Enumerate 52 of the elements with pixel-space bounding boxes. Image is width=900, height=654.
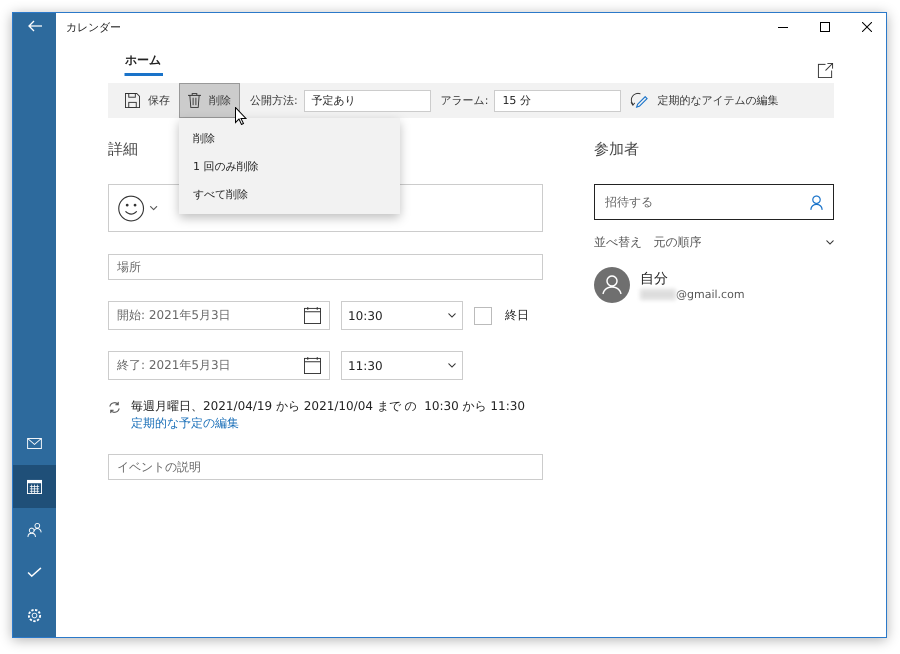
mouse-cursor-icon <box>235 107 247 125</box>
menu-item[interactable]: 削除 <box>179 124 400 152</box>
all-day-label: 終日 <box>505 307 529 324</box>
attendee-email: @gmail.com <box>676 288 745 300</box>
start-date-field[interactable]: 開始: 2021年5月3日 <box>108 301 330 330</box>
all-day-checkbox[interactable] <box>474 306 492 324</box>
location-field[interactable]: 場所 <box>108 254 543 280</box>
sort-dropdown[interactable]: 並べ替え 元の順序 <box>594 234 834 251</box>
calendar-icon <box>27 479 42 494</box>
settings-icon <box>27 608 42 623</box>
recurring-pencil-icon <box>630 92 650 109</box>
alarm-label: アラーム: <box>440 93 488 108</box>
edit-series-button[interactable]: 定期的なアイテムの編集 <box>621 83 788 118</box>
close-icon[interactable] <box>862 22 872 32</box>
back-arrow-icon[interactable] <box>26 20 42 32</box>
people-icon <box>27 522 42 537</box>
maximize-icon[interactable] <box>820 22 830 32</box>
save-button[interactable]: 保存 <box>116 83 179 118</box>
description-field[interactable]: イベントの説明 <box>108 454 543 480</box>
attendees-heading: 参加者 <box>594 140 640 160</box>
popout-icon[interactable] <box>817 62 834 79</box>
calendar-icon[interactable] <box>304 357 321 374</box>
redaction-blur <box>640 288 676 300</box>
save-icon <box>125 93 140 108</box>
mail-icon <box>27 438 42 449</box>
visibility-label: 公開方法: <box>250 93 298 108</box>
details-heading: 詳細 <box>108 140 139 160</box>
calendar-nav-item[interactable] <box>13 465 56 508</box>
home-tab[interactable]: ホーム <box>108 52 163 76</box>
avatar-icon <box>594 267 630 303</box>
checkmark-icon <box>27 567 42 578</box>
person-icon[interactable] <box>810 194 823 210</box>
visibility-dropdown[interactable]: 予定あり <box>304 90 431 112</box>
event-title-field[interactable] <box>108 184 543 232</box>
invite-field[interactable]: 招待する <box>594 184 834 220</box>
chevron-down-icon <box>826 240 834 245</box>
repeat-icon <box>108 401 121 414</box>
calendar-icon[interactable] <box>304 307 321 324</box>
start-time-dropdown[interactable]: 10:30 <box>341 301 463 330</box>
alarm-dropdown[interactable]: 15 分 <box>494 90 622 112</box>
end-date-field[interactable]: 終了: 2021年5月3日 <box>108 351 330 380</box>
trash-icon <box>188 93 201 108</box>
chevron-down-icon <box>448 363 456 368</box>
attendee-name: 自分 <box>640 270 669 288</box>
menu-item[interactable]: 1 回のみ削除 <box>179 152 400 180</box>
chevron-down-icon <box>448 313 456 318</box>
edit-recurrence-link[interactable]: 定期的な予定の編集 <box>131 415 239 432</box>
menu-item[interactable]: すべて削除 <box>179 180 400 208</box>
recurrence-text: 毎週月曜日、2021/04/19 から 2021/10/04 まで の 10:30 から 11:30 <box>131 398 526 415</box>
window-title: カレンダー <box>66 20 121 34</box>
delete-button[interactable]: 削除 <box>179 83 240 118</box>
end-time-dropdown[interactable]: 11:30 <box>341 351 463 380</box>
